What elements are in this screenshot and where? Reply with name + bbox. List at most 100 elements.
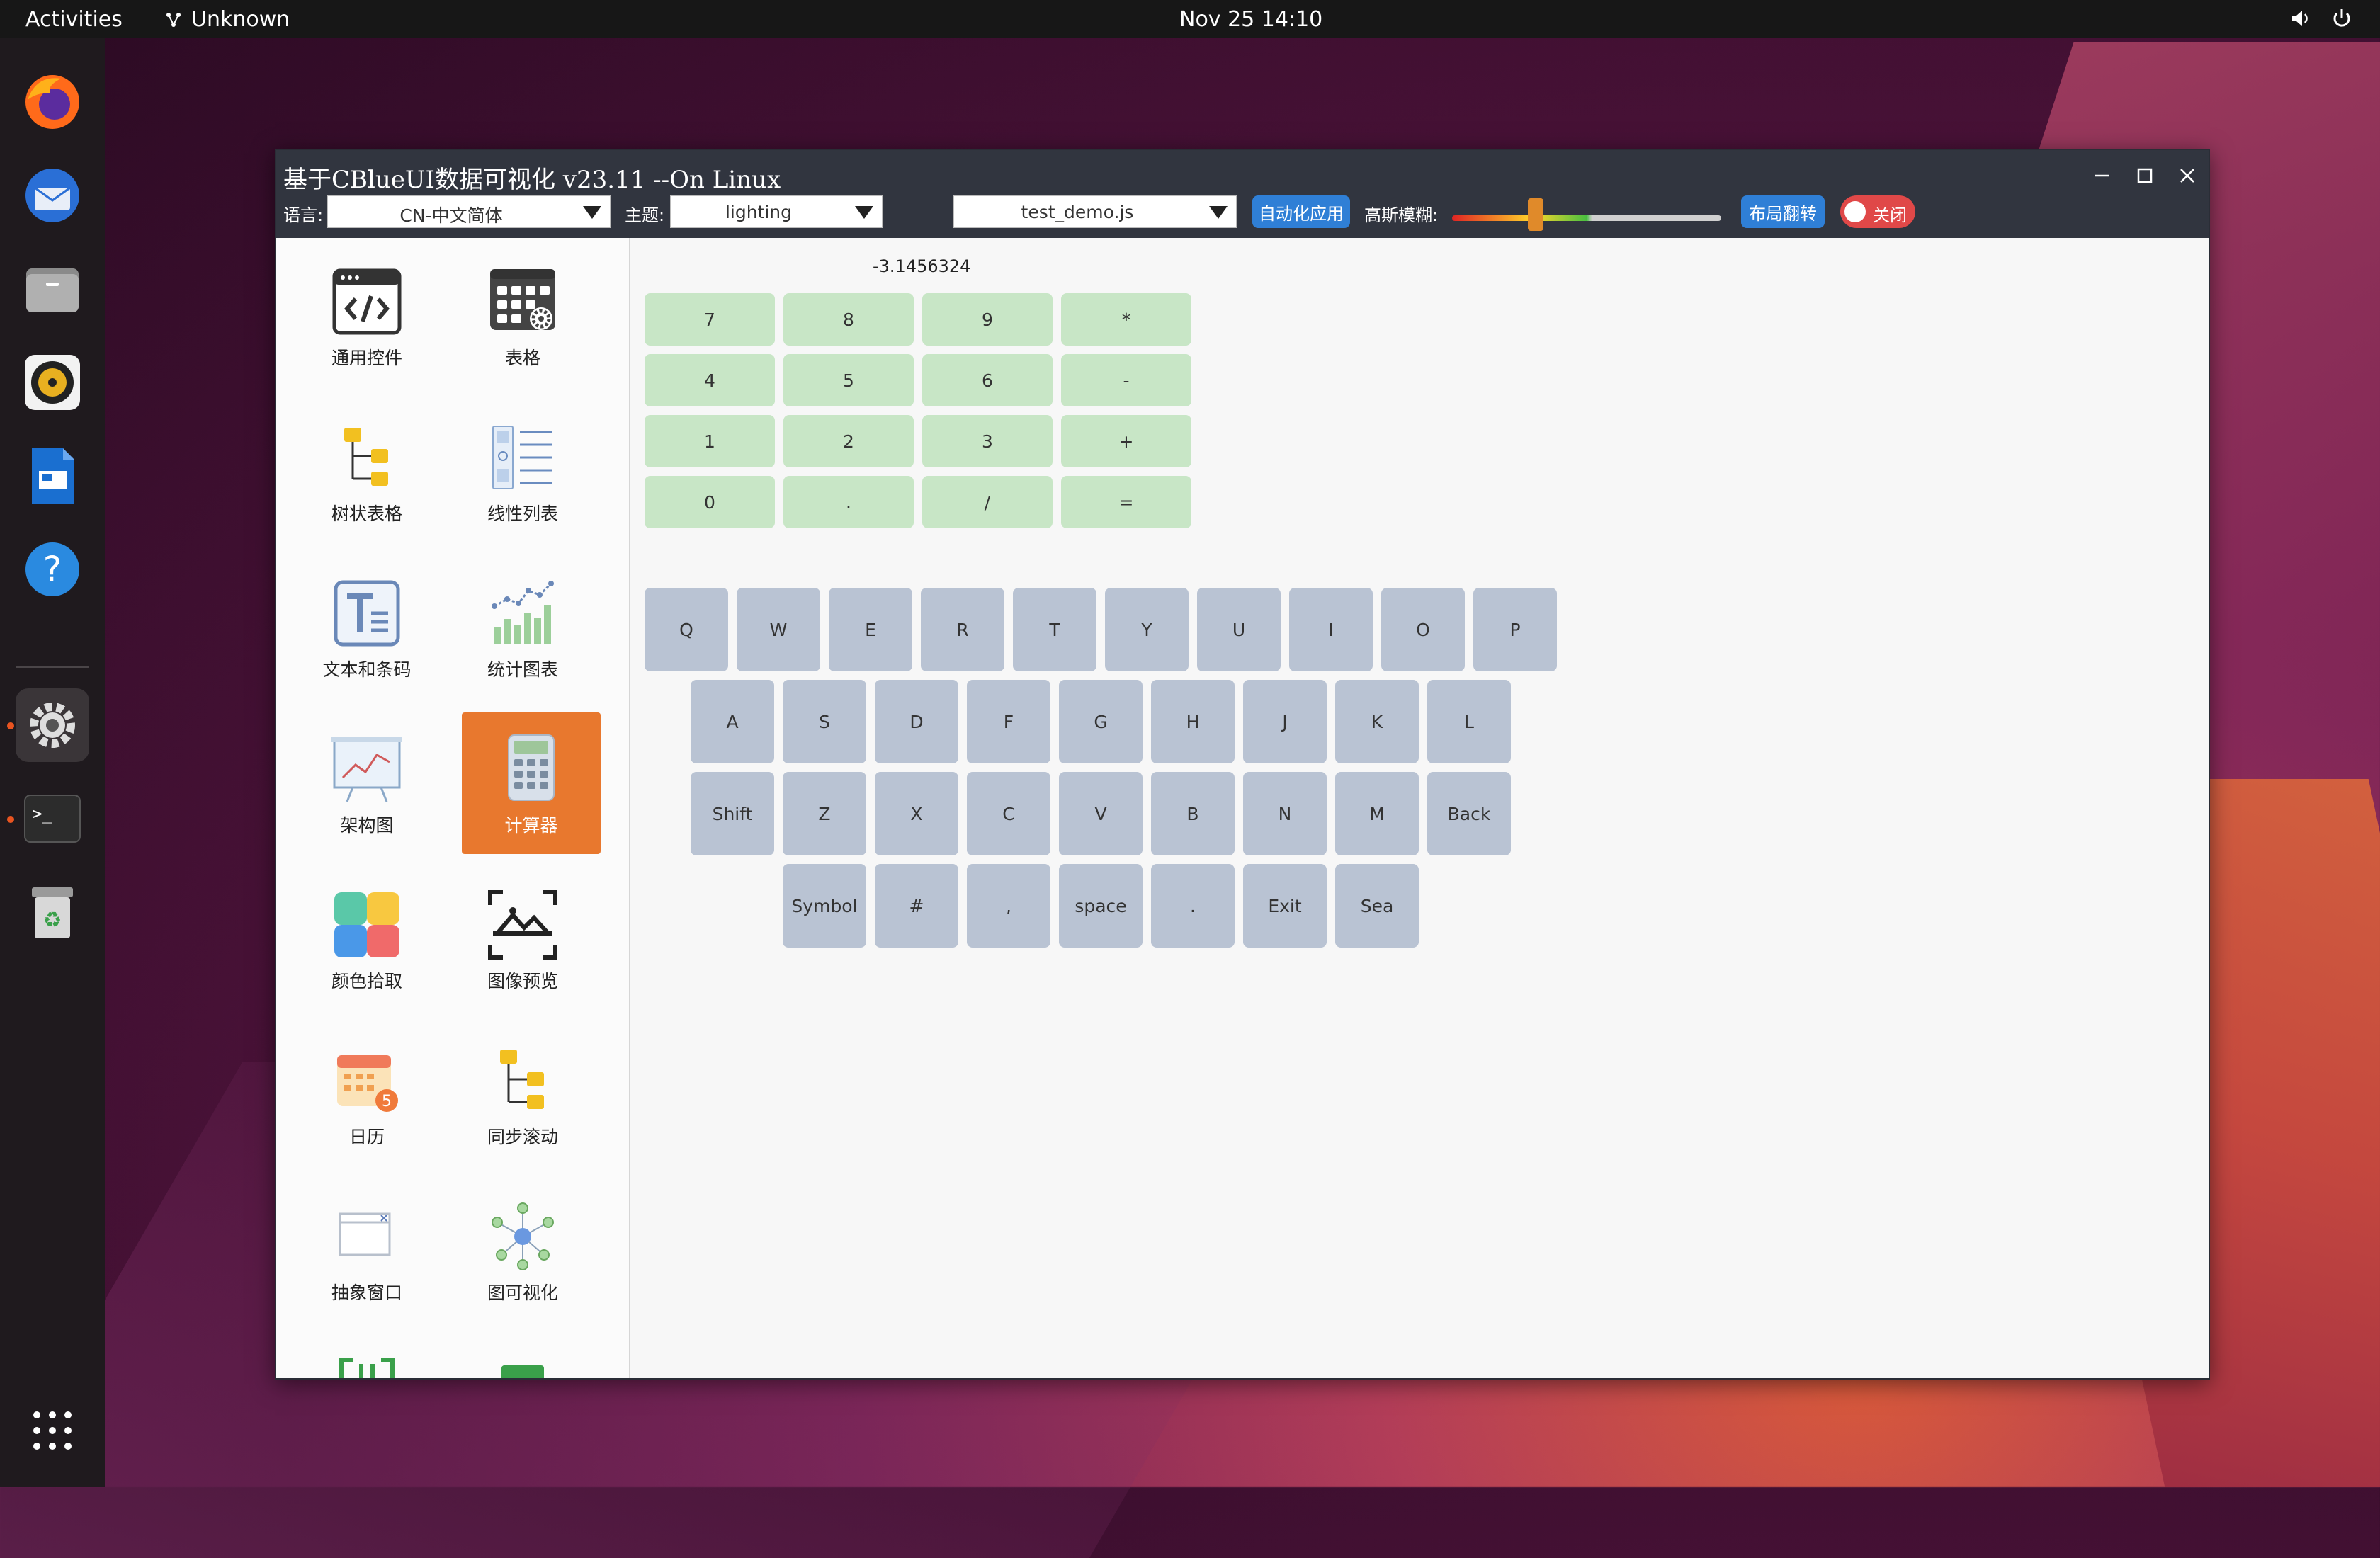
sidebar-item-tree-table[interactable]: 树状表格 (298, 411, 436, 552)
firefox-icon[interactable] (16, 65, 89, 139)
keyboard-key[interactable]: C (967, 772, 1050, 855)
apps-grid-icon[interactable] (16, 1394, 89, 1467)
keyboard-key[interactable]: G (1059, 680, 1143, 763)
keyboard-key[interactable]: Shift (691, 772, 774, 855)
layout-flip-button[interactable]: 布局翻转 (1741, 195, 1825, 228)
help-icon[interactable]: ? (16, 533, 89, 606)
keyboard-key[interactable]: R (921, 588, 1004, 671)
sidebar-item-color-picker[interactable]: 颜色拾取 (298, 878, 436, 1020)
files-icon[interactable] (16, 252, 89, 326)
keyboard-key[interactable]: F (967, 680, 1050, 763)
calc-key[interactable]: 9 (922, 293, 1053, 346)
activities-button[interactable]: Activities (26, 7, 123, 32)
keyboard-key[interactable]: Z (783, 772, 866, 855)
keyboard-key[interactable]: . (1151, 864, 1235, 948)
blur-slider-track[interactable] (1452, 215, 1721, 221)
settings-icon[interactable] (16, 688, 89, 762)
calc-key[interactable]: 5 (783, 354, 914, 406)
keyboard-key[interactable]: Symbol (783, 864, 866, 948)
calc-key[interactable]: * (1061, 293, 1191, 346)
calc-key[interactable]: 0 (645, 476, 775, 528)
sidebar-item-widgets[interactable]: 通用控件 (298, 255, 436, 397)
sidebar-item-architecture[interactable]: 架构图 (298, 722, 436, 864)
calc-key[interactable]: . (783, 476, 914, 528)
graph-visual-icon (492, 1202, 554, 1270)
language-select[interactable]: CN-中文简体 (327, 195, 611, 228)
keyboard-key[interactable]: J (1243, 680, 1327, 763)
trash-icon[interactable]: ♻ (16, 875, 89, 949)
blur-slider-thumb[interactable] (1527, 198, 1543, 231)
sidebar-item-sync-scroll[interactable]: 同步滚动 (453, 1034, 592, 1176)
calculator-icon (508, 734, 555, 801)
sidebar-item-stat-chart[interactable]: 统计图表 (453, 567, 592, 708)
minimize-icon[interactable] (2088, 161, 2116, 190)
calc-key[interactable]: 2 (783, 415, 914, 467)
calc-key[interactable]: 7 (645, 293, 775, 346)
keyboard-key[interactable]: P (1473, 588, 1557, 671)
sidebar-item-table[interactable]: 表格 (453, 255, 592, 397)
calc-key[interactable]: 4 (645, 354, 775, 406)
script-select[interactable]: test_demo.js (953, 195, 1237, 228)
keyboard-key[interactable]: N (1243, 772, 1327, 855)
calc-key[interactable]: 3 (922, 415, 1053, 467)
keyboard-key[interactable]: W (737, 588, 820, 671)
sidebar-item-abstract-window[interactable]: 抽象窗口 (298, 1190, 436, 1331)
sidebar-item-partial[interactable] (453, 1346, 592, 1378)
keyboard-key[interactable]: D (875, 680, 958, 763)
thunderbird-icon[interactable] (16, 159, 89, 232)
close-icon[interactable] (2173, 161, 2202, 190)
power-icon[interactable] (2329, 6, 2354, 31)
keyboard-key[interactable]: V (1059, 772, 1143, 855)
terminal-icon[interactable]: >_ (16, 782, 89, 855)
toggle-label: 关闭 (1873, 205, 1907, 225)
keyboard-key[interactable]: Y (1105, 588, 1189, 671)
clock[interactable]: Nov 25 14:10 (1179, 7, 1322, 32)
calc-key[interactable]: 1 (645, 415, 775, 467)
keyboard-key[interactable]: T (1013, 588, 1096, 671)
sidebar-item-label: 抽象窗口 (331, 1283, 402, 1303)
auto-apply-button[interactable]: 自动化应用 (1252, 195, 1350, 228)
calc-key[interactable]: 6 (922, 354, 1053, 406)
sidebar-item-calculator[interactable]: 计算器 (462, 712, 601, 854)
sidebar-item-label: 表格 (504, 348, 540, 368)
calc-key[interactable]: 8 (783, 293, 914, 346)
keyboard-key[interactable]: , (967, 864, 1050, 948)
sidebar-item-calendar[interactable]: 5 日历 (298, 1034, 436, 1176)
app-menu[interactable]: Unknown (163, 7, 290, 32)
keyboard-key[interactable]: Sea (1335, 864, 1419, 948)
sidebar-item-linear-list[interactable]: 线性列表 (453, 411, 592, 552)
keyboard-key[interactable]: H (1151, 680, 1235, 763)
calc-key[interactable]: + (1061, 415, 1191, 467)
volume-icon[interactable] (2288, 6, 2313, 31)
presentation-chart-icon (332, 737, 402, 802)
keyboard-key[interactable]: # (875, 864, 958, 948)
sidebar-item-text-barcode[interactable]: 文本和条码 (298, 567, 436, 708)
calc-key[interactable]: / (922, 476, 1053, 528)
maximize-icon[interactable] (2131, 161, 2159, 190)
keyboard-key[interactable]: L (1427, 680, 1511, 763)
keyboard-key[interactable]: U (1197, 588, 1281, 671)
sidebar-item-image-preview[interactable]: 图像预览 (453, 878, 592, 1020)
calc-key[interactable]: - (1061, 354, 1191, 406)
bar-chart-icon (492, 581, 554, 644)
blur-toggle[interactable]: 关闭 (1840, 195, 1915, 228)
keyboard-key[interactable]: Back (1427, 772, 1511, 855)
keyboard-key[interactable]: A (691, 680, 774, 763)
calc-key[interactable]: = (1061, 476, 1191, 528)
keyboard-key[interactable]: O (1381, 588, 1465, 671)
rhythmbox-icon[interactable] (16, 346, 89, 419)
keyboard-key[interactable]: X (875, 772, 958, 855)
keyboard-key[interactable]: I (1289, 588, 1373, 671)
keyboard-key[interactable]: Q (645, 588, 728, 671)
theme-select[interactable]: lighting (670, 195, 883, 228)
sidebar-item-partial[interactable] (298, 1346, 436, 1378)
keyboard-key[interactable]: B (1151, 772, 1235, 855)
keyboard-key[interactable]: M (1335, 772, 1419, 855)
keyboard-key[interactable]: space (1059, 864, 1143, 948)
keyboard-key[interactable]: E (829, 588, 912, 671)
keyboard-key[interactable]: Exit (1243, 864, 1327, 948)
writer-icon[interactable] (16, 439, 89, 513)
sidebar-item-graph-visual[interactable]: 图可视化 (453, 1190, 592, 1331)
keyboard-key[interactable]: S (783, 680, 866, 763)
keyboard-key[interactable]: K (1335, 680, 1419, 763)
